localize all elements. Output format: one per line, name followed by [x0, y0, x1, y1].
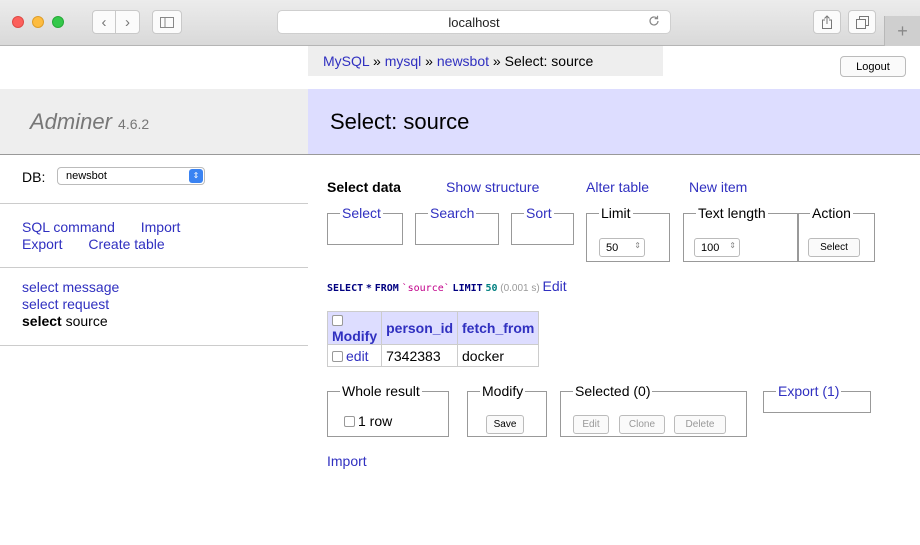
text-length-legend: Text length	[698, 205, 766, 221]
select-message-link[interactable]: select	[22, 279, 59, 295]
tab-show-structure[interactable]: Show structure	[446, 179, 539, 195]
whole-result-fieldset: Whole result 1 row	[327, 383, 449, 437]
sql-command-link[interactable]: SQL command	[22, 219, 115, 235]
import-link[interactable]: Import	[327, 453, 367, 469]
limit-input[interactable]: 50 ⇕	[599, 238, 645, 257]
whole-result-legend: Whole result	[342, 383, 420, 399]
address-bar[interactable]: localhost	[277, 10, 671, 34]
url-text: localhost	[448, 14, 500, 30]
column-header[interactable]: fetch_from	[457, 311, 540, 345]
all-rows-checkbox[interactable]	[344, 416, 355, 427]
select-fieldset[interactable]: Select	[327, 205, 403, 245]
tab-select-data: Select data	[327, 179, 401, 195]
search-fieldset[interactable]: Search	[415, 205, 499, 245]
sidebar-icon[interactable]	[152, 10, 182, 34]
db-selector: DB: newsbot ⇕	[22, 167, 205, 185]
delete-selected-button[interactable]: Delete	[674, 415, 726, 434]
back-icon[interactable]: ‹	[92, 10, 116, 34]
brand-version: 4.6.2	[118, 116, 150, 132]
table-message-link[interactable]: message	[62, 279, 119, 295]
tab-new-item[interactable]: New item	[689, 179, 747, 195]
db-select[interactable]: newsbot ⇕	[57, 167, 205, 185]
search-legend[interactable]: Search	[428, 205, 476, 221]
plus-icon[interactable]: +	[884, 16, 920, 46]
divider	[0, 345, 308, 346]
tabs-icon[interactable]	[848, 10, 876, 34]
import-link-sidebar[interactable]: Import	[141, 219, 181, 235]
table-list-item: select request	[22, 296, 119, 313]
page-title: Select: source	[308, 89, 920, 155]
select-all-checkbox[interactable]	[332, 315, 343, 326]
edit-query-link[interactable]: Edit	[543, 278, 567, 294]
tab-alter-table[interactable]: Alter table	[586, 179, 649, 195]
select-arrow-icon: ⇕	[189, 169, 203, 183]
table-cell: 7342383	[381, 344, 459, 367]
divider	[0, 267, 308, 268]
stepper-icon[interactable]: ⇕	[634, 241, 641, 250]
stepper-icon[interactable]: ⇕	[729, 241, 736, 250]
share-icon[interactable]	[813, 10, 841, 34]
text-length-input[interactable]: 100 ⇕	[694, 238, 740, 257]
close-window-button[interactable]	[12, 16, 24, 28]
logout-button[interactable]: Logout	[840, 56, 906, 77]
breadcrumb-database[interactable]: newsbot	[437, 53, 489, 69]
save-button[interactable]: Save	[486, 415, 524, 434]
table-header-row: Modify person_id fetch_from	[326, 311, 540, 345]
query-time: (0.001 s)	[500, 283, 540, 294]
table-source-link[interactable]: source	[66, 313, 108, 329]
select-source-active: select	[22, 313, 62, 329]
select-request-link[interactable]: select	[22, 296, 59, 312]
export-fieldset[interactable]: Export (1)	[763, 383, 871, 413]
brand: Adminer 4.6.2	[0, 89, 308, 155]
modify-column-header[interactable]: Modify	[326, 311, 383, 345]
table-list-item-active: select source	[22, 313, 119, 330]
limit-fieldset: Limit 50 ⇕	[586, 205, 670, 262]
db-label: DB:	[22, 169, 46, 185]
sort-legend[interactable]: Sort	[524, 205, 554, 221]
export-link[interactable]: Export	[22, 236, 62, 252]
sql-query: SELECT * FROM `source` LIMIT 50 (0.001 s…	[327, 278, 567, 294]
text-length-fieldset: Text length 100 ⇕	[683, 205, 799, 262]
table-list-item: select message	[22, 279, 119, 296]
browser-toolbar: ‹ › localhost +	[0, 0, 920, 46]
result-table: Modify person_id fetch_from edit 7342383…	[326, 311, 540, 367]
reload-icon[interactable]	[648, 14, 660, 30]
whole-result-option[interactable]: 1 row	[344, 413, 392, 429]
zoom-window-button[interactable]	[52, 16, 64, 28]
create-table-link[interactable]: Create table	[88, 236, 164, 252]
action-legend: Action	[812, 205, 851, 221]
edit-row-link[interactable]: edit	[346, 348, 369, 364]
select-legend[interactable]: Select	[340, 205, 383, 221]
breadcrumb-current: Select: source	[504, 53, 594, 69]
breadcrumb-server[interactable]: mysql	[385, 53, 422, 69]
selected-fieldset: Selected (0) Edit Clone Delete	[560, 383, 747, 437]
sort-fieldset[interactable]: Sort	[511, 205, 574, 245]
table-row: edit 7342383 docker	[326, 344, 540, 367]
column-header[interactable]: person_id	[381, 311, 459, 345]
table-request-link[interactable]: request	[62, 296, 109, 312]
table-list: select message select request select sou…	[22, 279, 119, 330]
row-checkbox[interactable]	[332, 350, 343, 362]
brand-name[interactable]: Adminer	[30, 109, 112, 134]
forward-icon[interactable]: ›	[116, 10, 140, 34]
modify-fieldset: Modify Save	[467, 383, 547, 437]
edit-selected-button[interactable]: Edit	[573, 415, 609, 434]
action-fieldset: Action Select	[797, 205, 875, 262]
minimize-window-button[interactable]	[32, 16, 44, 28]
clone-selected-button[interactable]: Clone	[619, 415, 665, 434]
sidebar: DB: newsbot ⇕ SQL command Import Export …	[0, 155, 308, 545]
limit-legend: Limit	[601, 205, 631, 221]
breadcrumb-mysql[interactable]: MySQL	[323, 53, 369, 69]
export-legend[interactable]: Export (1)	[776, 383, 841, 399]
selected-legend: Selected (0)	[575, 383, 651, 399]
table-cell: docker	[457, 344, 540, 367]
modify-legend: Modify	[482, 383, 524, 399]
breadcrumb: MySQL » mysql » newsbot » Select: source	[308, 46, 663, 76]
menu-links: SQL command Import Export Create table	[22, 219, 180, 253]
divider	[0, 203, 308, 204]
select-button[interactable]: Select	[808, 238, 860, 257]
